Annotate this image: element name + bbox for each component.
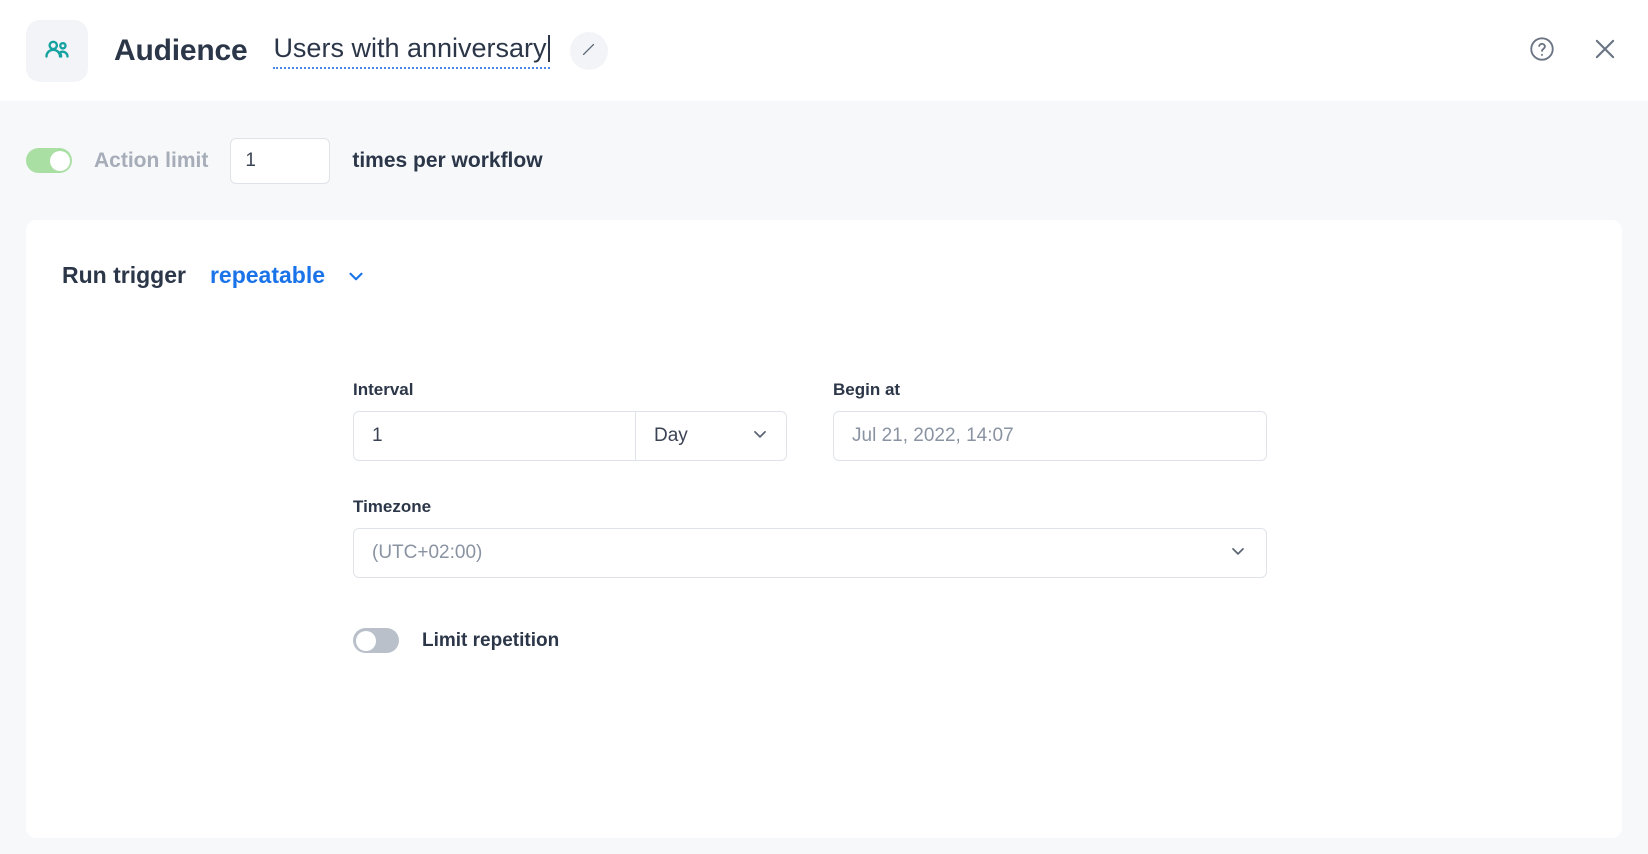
action-limit-bar: Action limit times per workflow	[0, 101, 1648, 220]
close-button[interactable]	[1590, 34, 1620, 67]
run-trigger-value: repeatable	[210, 262, 325, 289]
close-icon	[1590, 34, 1620, 67]
run-trigger-select[interactable]: repeatable	[210, 262, 367, 289]
interval-label: Interval	[353, 380, 787, 400]
interval-controls: Day	[353, 411, 787, 461]
action-limit-label: Action limit	[94, 149, 208, 173]
interval-unit-value: Day	[654, 425, 688, 447]
action-limit-input[interactable]	[230, 138, 330, 184]
interval-begin-row: Interval Day	[353, 380, 1583, 461]
panel-header: Audience Users with anniversary	[0, 0, 1648, 101]
audience-trigger-panel: Audience Users with anniversary	[0, 0, 1648, 854]
run-trigger-row: Run trigger repeatable	[26, 220, 1622, 289]
text-caret	[548, 35, 550, 62]
page-title: Audience	[114, 34, 247, 68]
begin-at-group: Begin at	[833, 380, 1267, 461]
header-actions	[1528, 34, 1620, 67]
interval-unit-select[interactable]: Day	[635, 411, 787, 461]
begin-at-label: Begin at	[833, 380, 1267, 400]
chevron-down-icon	[1228, 541, 1248, 566]
timezone-group: Timezone (UTC+02:00)	[353, 497, 1267, 578]
help-circle-icon	[1528, 35, 1556, 66]
edit-name-button[interactable]	[570, 32, 608, 70]
action-limit-suffix: times per workflow	[352, 149, 542, 173]
chevron-down-icon	[750, 424, 770, 449]
audience-name-field-wrap: Users with anniversary	[273, 32, 607, 70]
interval-value-input[interactable]	[353, 411, 635, 461]
action-limit-toggle[interactable]	[26, 148, 72, 173]
limit-repetition-toggle[interactable]	[353, 628, 399, 653]
audience-name-input[interactable]: Users with anniversary	[273, 32, 549, 69]
run-trigger-label: Run trigger	[62, 262, 186, 289]
limit-repetition-row: Limit repetition	[353, 628, 1583, 653]
trigger-settings-card: Run trigger repeatable Interval Day	[26, 220, 1622, 838]
trigger-fields: Interval Day	[353, 380, 1583, 653]
limit-repetition-label: Limit repetition	[422, 630, 559, 652]
toggle-knob	[50, 151, 70, 171]
pencil-icon	[580, 41, 597, 61]
timezone-value: (UTC+02:00)	[372, 542, 482, 564]
audience-name-text: Users with anniversary	[273, 33, 546, 63]
audience-people-icon	[26, 20, 88, 82]
timezone-select[interactable]: (UTC+02:00)	[353, 528, 1267, 578]
toggle-knob	[356, 631, 376, 651]
chevron-down-icon	[345, 265, 367, 287]
help-button[interactable]	[1528, 35, 1556, 66]
interval-group: Interval Day	[353, 380, 787, 461]
begin-at-input[interactable]	[833, 411, 1267, 461]
timezone-label: Timezone	[353, 497, 1267, 517]
